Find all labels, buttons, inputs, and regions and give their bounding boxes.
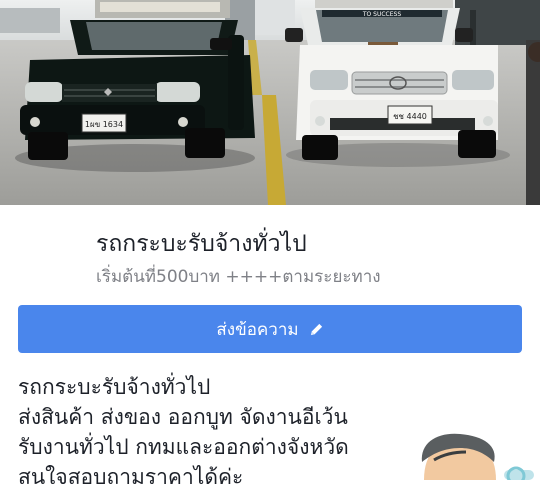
right-license-plate: ชช 4440	[393, 112, 427, 121]
cover-photo-image: 1ผข 1634 TO SUCCESS ชช 4440	[0, 0, 540, 205]
page-title: รถกระบะรับจ้างทั่วไป	[96, 231, 307, 257]
windshield-banner: TO SUCCESS	[362, 11, 401, 18]
avatar[interactable]	[414, 432, 540, 480]
description-line: ส่งสินค้า ส่งของ ออกบูท จัดงานอีเว้น	[18, 405, 348, 429]
description-line: รับงานทั่วไป กทมและออกต่างจังหวัด	[18, 435, 349, 459]
page-description: รถกระบะรับจ้างทั่วไป ส่งสินค้า ส่งของ ออ…	[18, 372, 438, 492]
send-message-button[interactable]: ส่งข้อความ	[18, 305, 522, 353]
page-subtitle: เริ่มต้นที่500บาท ++++ตามระยะทาง	[96, 267, 381, 287]
description-line: รถกระบะรับจ้างทั่วไป	[18, 375, 211, 399]
pencil-icon	[309, 322, 324, 337]
cover-photo[interactable]: 1ผข 1634 TO SUCCESS ชช 4440	[0, 0, 540, 205]
send-message-label: ส่งข้อความ	[216, 319, 299, 340]
left-license-plate: 1ผข 1634	[85, 120, 123, 129]
description-line: สนใจสอบถามราคาได้ค่ะ	[18, 465, 244, 489]
